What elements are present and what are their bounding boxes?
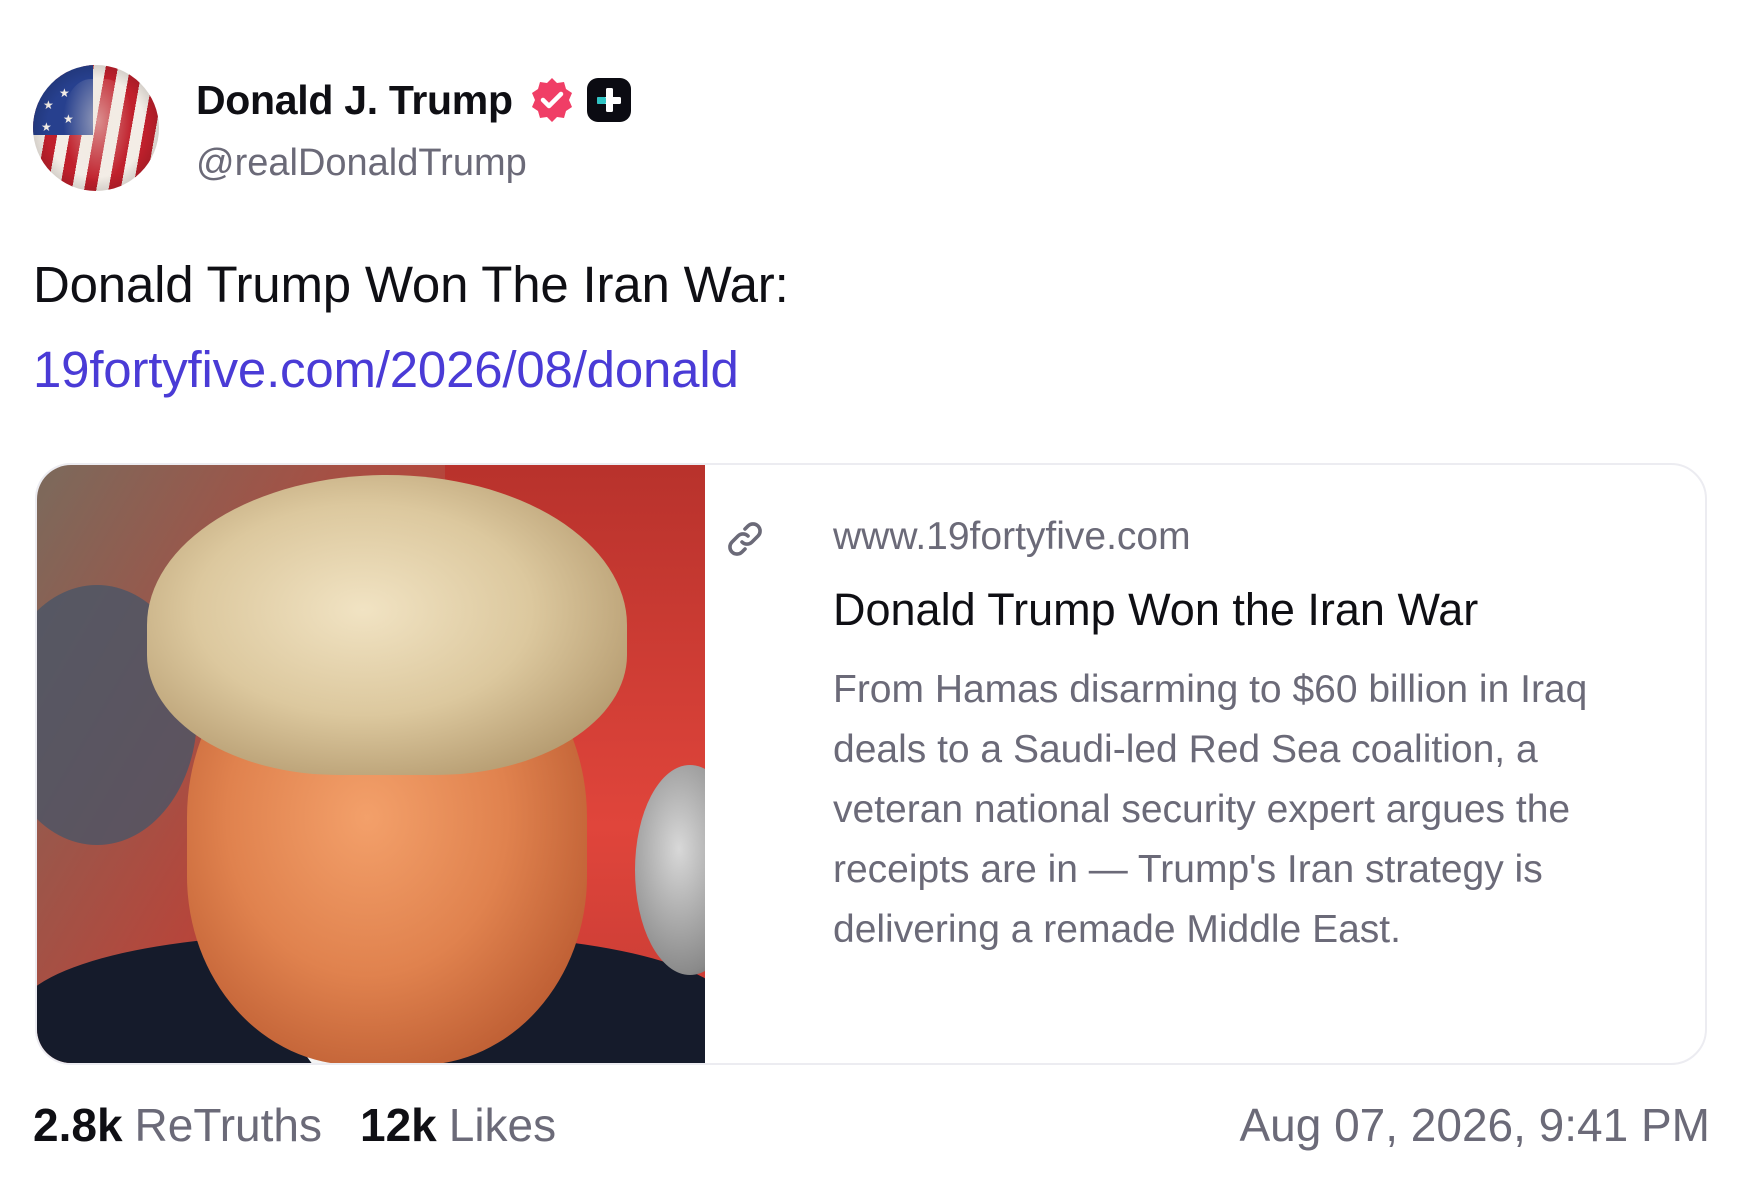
link-card-description: From Hamas disarming to $60 billion in I… xyxy=(833,668,1588,951)
plus-badge-icon xyxy=(586,78,631,122)
post-timestamp[interactable]: Aug 07, 2026, 9:41 PM xyxy=(1239,1098,1710,1152)
post-text: Donald Trump Won The Iran War: xyxy=(33,256,789,313)
link-icon xyxy=(728,522,762,556)
likes-count[interactable]: 12k xyxy=(360,1098,437,1152)
link-card-domain: www.19fortyfive.com xyxy=(833,515,1191,558)
retruths-count[interactable]: 2.8k xyxy=(33,1098,123,1152)
truth-post: ★ ★ ★ ★ ★ Donald J. Trump @realDonaldTru… xyxy=(0,0,1746,1190)
author-handle[interactable]: @realDonaldTrump xyxy=(196,142,527,185)
link-preview-image xyxy=(37,465,705,1063)
link-card-title: Donald Trump Won the Iran War xyxy=(833,584,1479,635)
image-hair xyxy=(147,475,627,775)
post-stats: 2.8k ReTruths 12k Likes xyxy=(33,1098,556,1152)
avatar-shade xyxy=(33,65,159,191)
avatar[interactable]: ★ ★ ★ ★ ★ xyxy=(33,65,159,191)
author-display-name[interactable]: Donald J. Trump xyxy=(196,77,513,124)
likes-label[interactable]: Likes xyxy=(449,1098,556,1152)
retruths-label[interactable]: ReTruths xyxy=(135,1098,322,1152)
verified-badge-icon xyxy=(531,78,572,122)
author-name-row: Donald J. Trump xyxy=(196,74,631,126)
plus-icon xyxy=(596,88,621,112)
post-link[interactable]: 19fortyfive.com/2026/08/donald xyxy=(33,340,739,399)
